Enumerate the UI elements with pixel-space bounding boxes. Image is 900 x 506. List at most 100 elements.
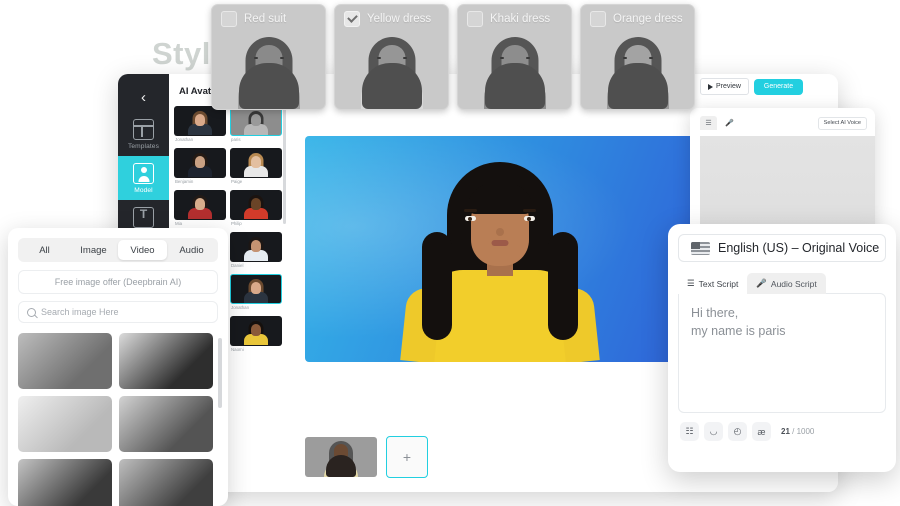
avatar-cell[interactable]: Paige [230, 148, 282, 186]
clip-thumb [305, 437, 377, 477]
pause-timer-icon[interactable]: ◴ [728, 422, 747, 441]
avatar-cell[interactable]: Benjamin [174, 148, 226, 186]
avatar-scrollbar[interactable] [283, 104, 286, 224]
tab-audio[interactable]: Audio [167, 240, 216, 260]
play-icon [708, 84, 713, 90]
list-icon[interactable]: ☰ [700, 116, 717, 130]
microphone-icon[interactable]: 🎤 [721, 116, 738, 130]
tab-text-script[interactable]: ☰ Text Script [678, 273, 747, 294]
avatar-cell[interactable]: Jonathan [174, 106, 226, 144]
search-input[interactable]: Search image Here [18, 301, 218, 323]
avatar-thumbnail[interactable] [230, 106, 282, 136]
avatar-name: Benjamin [174, 178, 226, 186]
pronunciation-icon[interactable]: æ [752, 422, 771, 441]
script-line-1: Hi there, [691, 304, 873, 322]
model-icon [133, 163, 154, 184]
avatar-thumbnail[interactable] [230, 148, 282, 178]
voice-card-tabs: ☰ 🎤 Select AI Voice [690, 108, 875, 130]
outfit-checkbox[interactable] [590, 11, 606, 27]
sidebar-item-label: Model [134, 187, 152, 194]
outfit-checkbox[interactable] [221, 11, 237, 27]
add-scene-button[interactable]: + [386, 436, 428, 478]
outfit-label: Red suit [244, 13, 286, 25]
templates-icon [133, 119, 154, 140]
script-textarea[interactable]: Hi there, my name is paris [678, 293, 886, 413]
search-placeholder: Search image Here [41, 307, 119, 317]
text-icon [133, 207, 154, 228]
character-limit: / 1000 [792, 427, 814, 436]
waterfall-thumb[interactable] [119, 396, 213, 452]
media-scrollbar[interactable] [218, 338, 222, 408]
sidebar-item-model[interactable]: Model [118, 156, 169, 200]
tab-audio-script[interactable]: 🎤 Audio Script [747, 273, 825, 294]
avatar-mini-figure [241, 109, 271, 135]
speed-gauge-icon[interactable]: ◡ [704, 422, 723, 441]
back-button[interactable]: ‹ [118, 82, 169, 112]
select-ai-voice-button[interactable]: Select AI Voice [818, 117, 867, 130]
preview-button[interactable]: Preview [700, 78, 749, 95]
outfit-card-header: Red suit [212, 5, 325, 32]
video-preview[interactable] [305, 136, 695, 362]
character-counter: 21 / 1000 [781, 427, 814, 436]
lines-icon: ☰ [687, 278, 695, 289]
avatar-cell[interactable]: paris [230, 106, 282, 144]
avatar-mini-figure [241, 277, 271, 303]
outfit-label: Yellow dress [367, 13, 431, 25]
outfit-card-yellow-dress[interactable]: Yellow dress [334, 4, 449, 110]
preview-label: Preview [716, 83, 741, 90]
avatar-cell[interactable]: Jonathan [230, 274, 282, 312]
avatar-thumbnail[interactable] [174, 148, 226, 178]
avatar-name: Philip [230, 220, 282, 228]
hands-light-thumb[interactable] [18, 396, 112, 452]
scene-timeline: + [305, 436, 428, 478]
media-tabs: All Image Video Audio [18, 238, 218, 262]
outfit-avatar-thumb [347, 29, 437, 109]
translate-globe-icon[interactable]: ☷ [680, 422, 699, 441]
avatar-thumbnail[interactable] [230, 316, 282, 346]
generate-button[interactable]: Generate [754, 79, 803, 95]
outfit-checkbox[interactable] [344, 11, 360, 27]
character-count: 21 [781, 427, 790, 436]
script-tabs: ☰ Text Script 🎤 Audio Script [678, 273, 886, 294]
avatar-mini-figure [185, 151, 215, 177]
bird-on-lamp-thumb[interactable] [119, 333, 213, 389]
microphone-icon: 🎤 [756, 278, 767, 289]
language-selector[interactable]: English (US) – Original Voice [678, 234, 886, 262]
tab-all[interactable]: All [20, 240, 69, 260]
script-panel: English (US) – Original Voice ☰ Text Scr… [668, 224, 896, 472]
outfit-card-khaki-dress[interactable]: Khaki dress [457, 4, 572, 110]
timeline-clip[interactable] [305, 437, 377, 477]
avatar-mini-figure [241, 193, 271, 219]
avatar-name: Mia [174, 220, 226, 228]
avatar-thumbnail[interactable] [230, 190, 282, 220]
media-thumbnail-grid [18, 333, 214, 506]
avatar-thumbnail[interactable] [174, 190, 226, 220]
bus-interior-thumb[interactable] [18, 333, 112, 389]
tab-video[interactable]: Video [118, 240, 167, 260]
avatar-cell[interactable]: Naomi [230, 316, 282, 354]
outfit-card-orange-dress[interactable]: Orange dress [580, 4, 695, 110]
outfit-checkbox[interactable] [467, 11, 483, 27]
outfit-label: Orange dress [613, 13, 683, 25]
avatar-cell[interactable]: Daniel [230, 232, 282, 270]
avatar-thumbnail[interactable] [230, 232, 282, 262]
avatar-thumbnail[interactable] [174, 106, 226, 136]
avatar-cell[interactable]: Philip [230, 190, 282, 228]
tab-label: Text Script [699, 279, 739, 289]
avatar-cell[interactable]: Mia [174, 190, 226, 228]
sidebar-item-templates[interactable]: Templates [118, 112, 169, 156]
avatar-name: Jonathan [230, 304, 282, 312]
tab-label: Audio Script [771, 279, 817, 289]
sunset-window-thumb[interactable] [119, 459, 213, 506]
script-footer: ☷ ◡ ◴ æ 21 / 1000 [678, 422, 886, 441]
bird-closeup-thumb[interactable] [18, 459, 112, 506]
avatar-figure [390, 154, 610, 362]
avatar-mini-figure [241, 319, 271, 345]
free-image-offer-banner[interactable]: Free image offer (Deepbrain AI) [18, 270, 218, 294]
sidebar-item-label: Templates [128, 143, 159, 150]
language-label: English (US) – Original Voice [718, 241, 879, 255]
tab-image[interactable]: Image [69, 240, 118, 260]
app-screenshot: Style Red suit Yellow dress [0, 0, 900, 506]
avatar-thumbnail[interactable] [230, 274, 282, 304]
outfit-card-red-suit[interactable]: Red suit [211, 4, 326, 110]
